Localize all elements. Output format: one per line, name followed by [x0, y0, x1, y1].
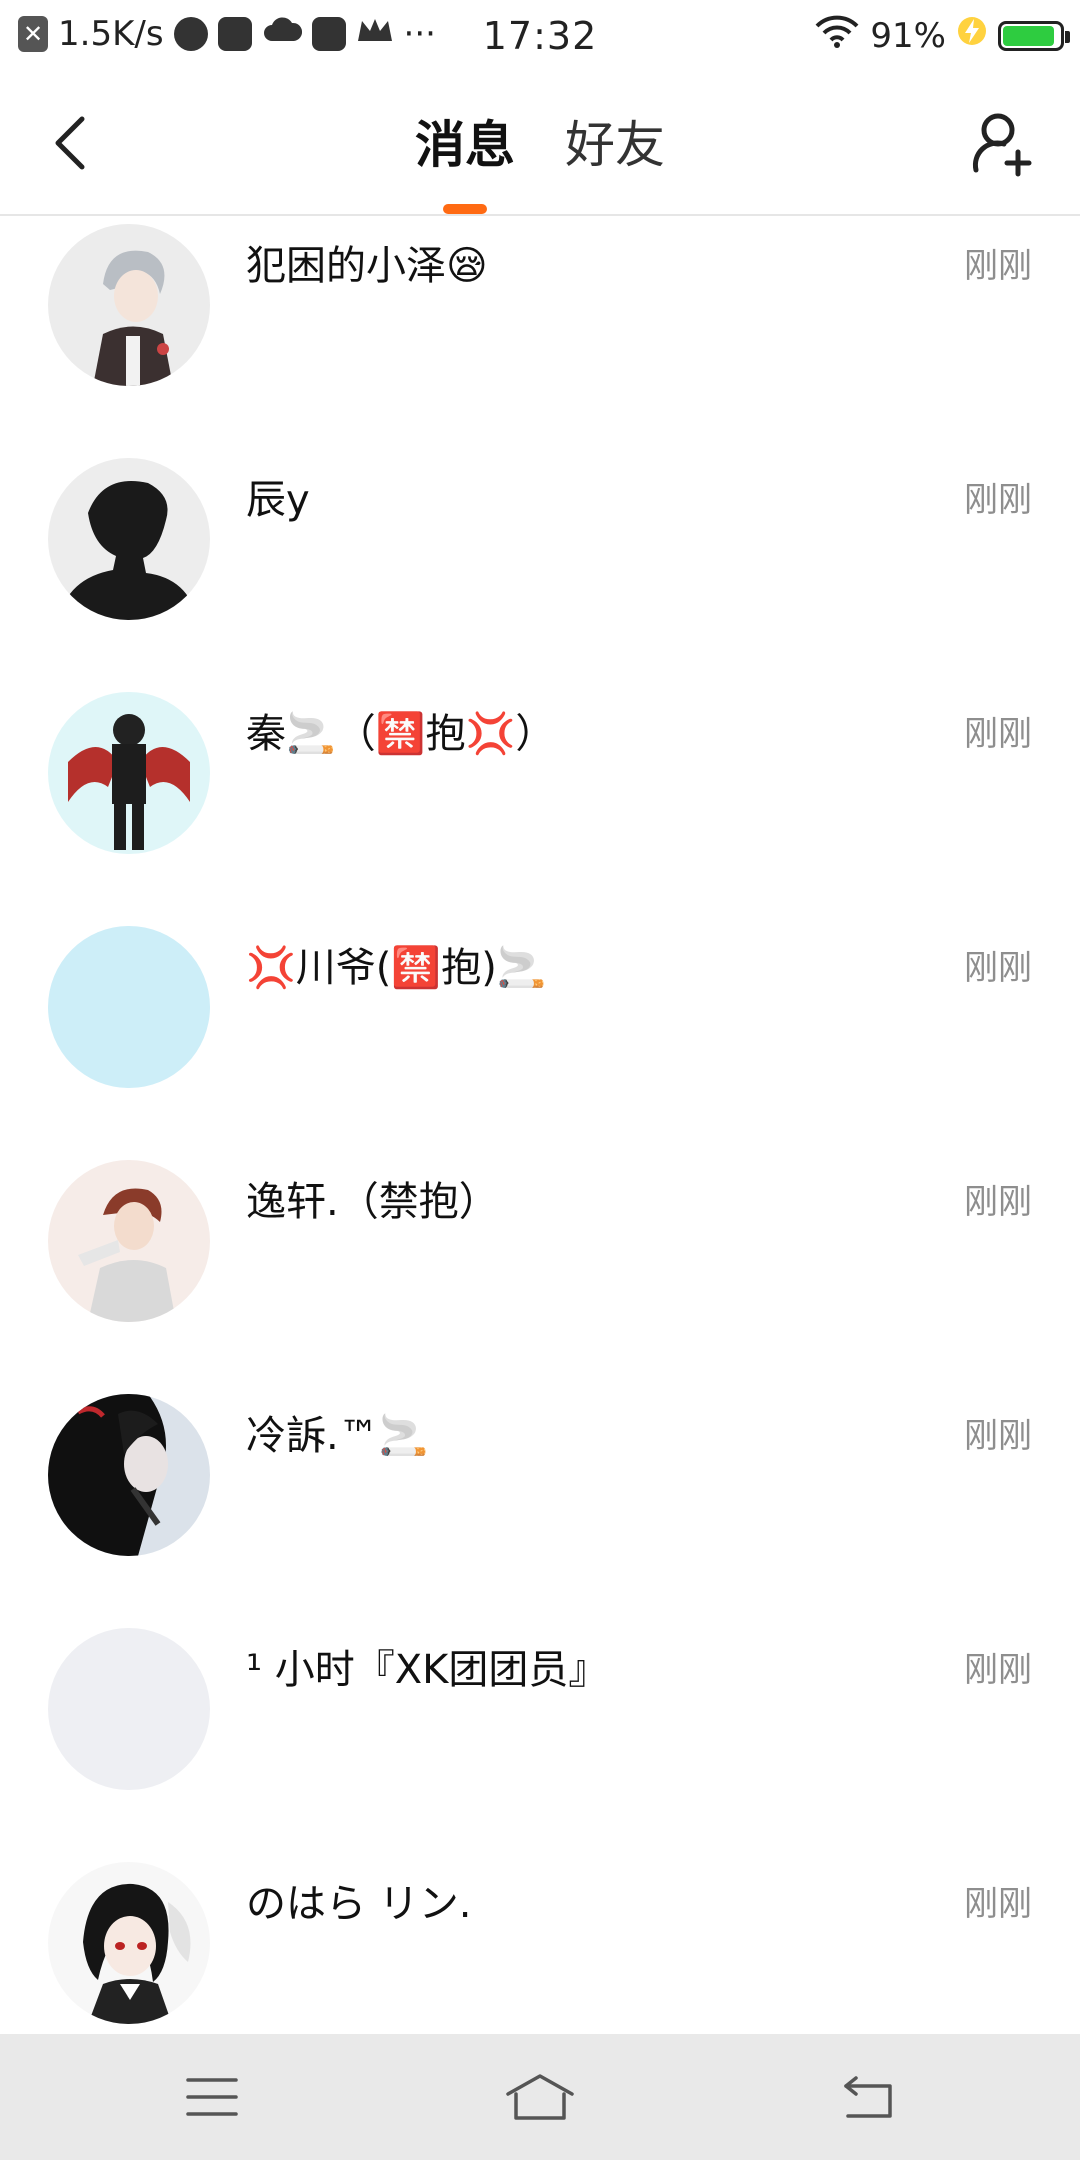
home-icon — [506, 2074, 574, 2120]
tab-active-indicator — [443, 204, 487, 214]
message-time: 刚刚 — [964, 1182, 1032, 1222]
message-time: 刚刚 — [964, 480, 1032, 520]
contact-name: 逸轩.（禁抱） — [246, 1179, 499, 1225]
message-time: 刚刚 — [964, 246, 1032, 286]
tab-friends[interactable]: 好友 — [565, 110, 665, 180]
message-time: 刚刚 — [964, 1416, 1032, 1456]
message-time: 刚刚 — [964, 1884, 1032, 1924]
wifi-icon — [814, 14, 860, 57]
contact-name: 犯困的小泽😪 — [246, 243, 488, 289]
tab-messages[interactable]: 消息 — [415, 110, 515, 214]
system-nav-bar — [0, 2034, 1080, 2160]
contact-name: 💢川爷(🈲抱)🚬 — [246, 945, 547, 991]
header: 消息 好友 — [0, 74, 1080, 216]
list-item[interactable]: 犯困的小泽😪 刚刚 — [0, 220, 1080, 454]
tab-bar: 消息 好友 — [0, 110, 1080, 214]
list-item[interactable]: 辰y 刚刚 — [0, 454, 1080, 688]
avatar — [48, 1160, 210, 1322]
contact-name: 辰y — [246, 477, 310, 523]
menu-button[interactable] — [182, 2072, 242, 2122]
tab-messages-label: 消息 — [415, 116, 515, 174]
avatar — [48, 1628, 210, 1790]
message-list: 犯困的小泽😪 刚刚 辰y 刚刚 秦🚬（🈲抱💢） 刚刚 💢川爷(🈲抱)🚬 刚刚 逸… — [0, 216, 1080, 2034]
status-bar: ✕ 1.5K/s ··· 17:32 91% — [0, 0, 1080, 74]
message-time: 刚刚 — [964, 948, 1032, 988]
charging-icon — [956, 15, 988, 56]
list-item[interactable]: のはら リン. 刚刚 — [0, 1858, 1080, 2034]
list-item[interactable]: ¹ 小时『XK团团员』 刚刚 — [0, 1624, 1080, 1858]
back-icon — [844, 2076, 892, 2118]
avatar — [48, 1862, 210, 2024]
tab-friends-label: 好友 — [565, 116, 665, 174]
contact-name: のはら リン. — [246, 1881, 472, 1927]
battery-percent: 91% — [870, 15, 946, 56]
back-system-button[interactable] — [838, 2072, 898, 2122]
avatar — [48, 692, 210, 854]
list-item[interactable]: 逸轩.（禁抱） 刚刚 — [0, 1156, 1080, 1390]
home-button[interactable] — [500, 2072, 580, 2122]
status-bar-right: 91% — [814, 14, 1070, 57]
list-item[interactable]: 💢川爷(🈲抱)🚬 刚刚 — [0, 922, 1080, 1156]
contact-name: 秦🚬（🈲抱💢） — [246, 711, 556, 757]
avatar — [48, 1394, 210, 1556]
menu-icon — [186, 2078, 238, 2116]
battery-icon — [998, 20, 1070, 51]
avatar — [48, 458, 210, 620]
list-item[interactable]: 秦🚬（🈲抱💢） 刚刚 — [0, 688, 1080, 922]
message-time: 刚刚 — [964, 714, 1032, 754]
screen: ✕ 1.5K/s ··· 17:32 91% 消息 好友 犯困的小泽😪 刚刚 辰… — [0, 0, 1080, 2160]
contact-name: ¹ 小时『XK团团员』 — [246, 1647, 609, 1693]
contact-name: 冷訴.™🚬 — [246, 1413, 429, 1459]
avatar — [48, 224, 210, 386]
message-time: 刚刚 — [964, 1650, 1032, 1690]
battery-fill — [1003, 25, 1054, 46]
avatar — [48, 926, 210, 1088]
add-friend-button[interactable] — [970, 108, 1040, 178]
list-item[interactable]: 冷訴.™🚬 刚刚 — [0, 1390, 1080, 1624]
add-user-icon — [972, 113, 1032, 177]
